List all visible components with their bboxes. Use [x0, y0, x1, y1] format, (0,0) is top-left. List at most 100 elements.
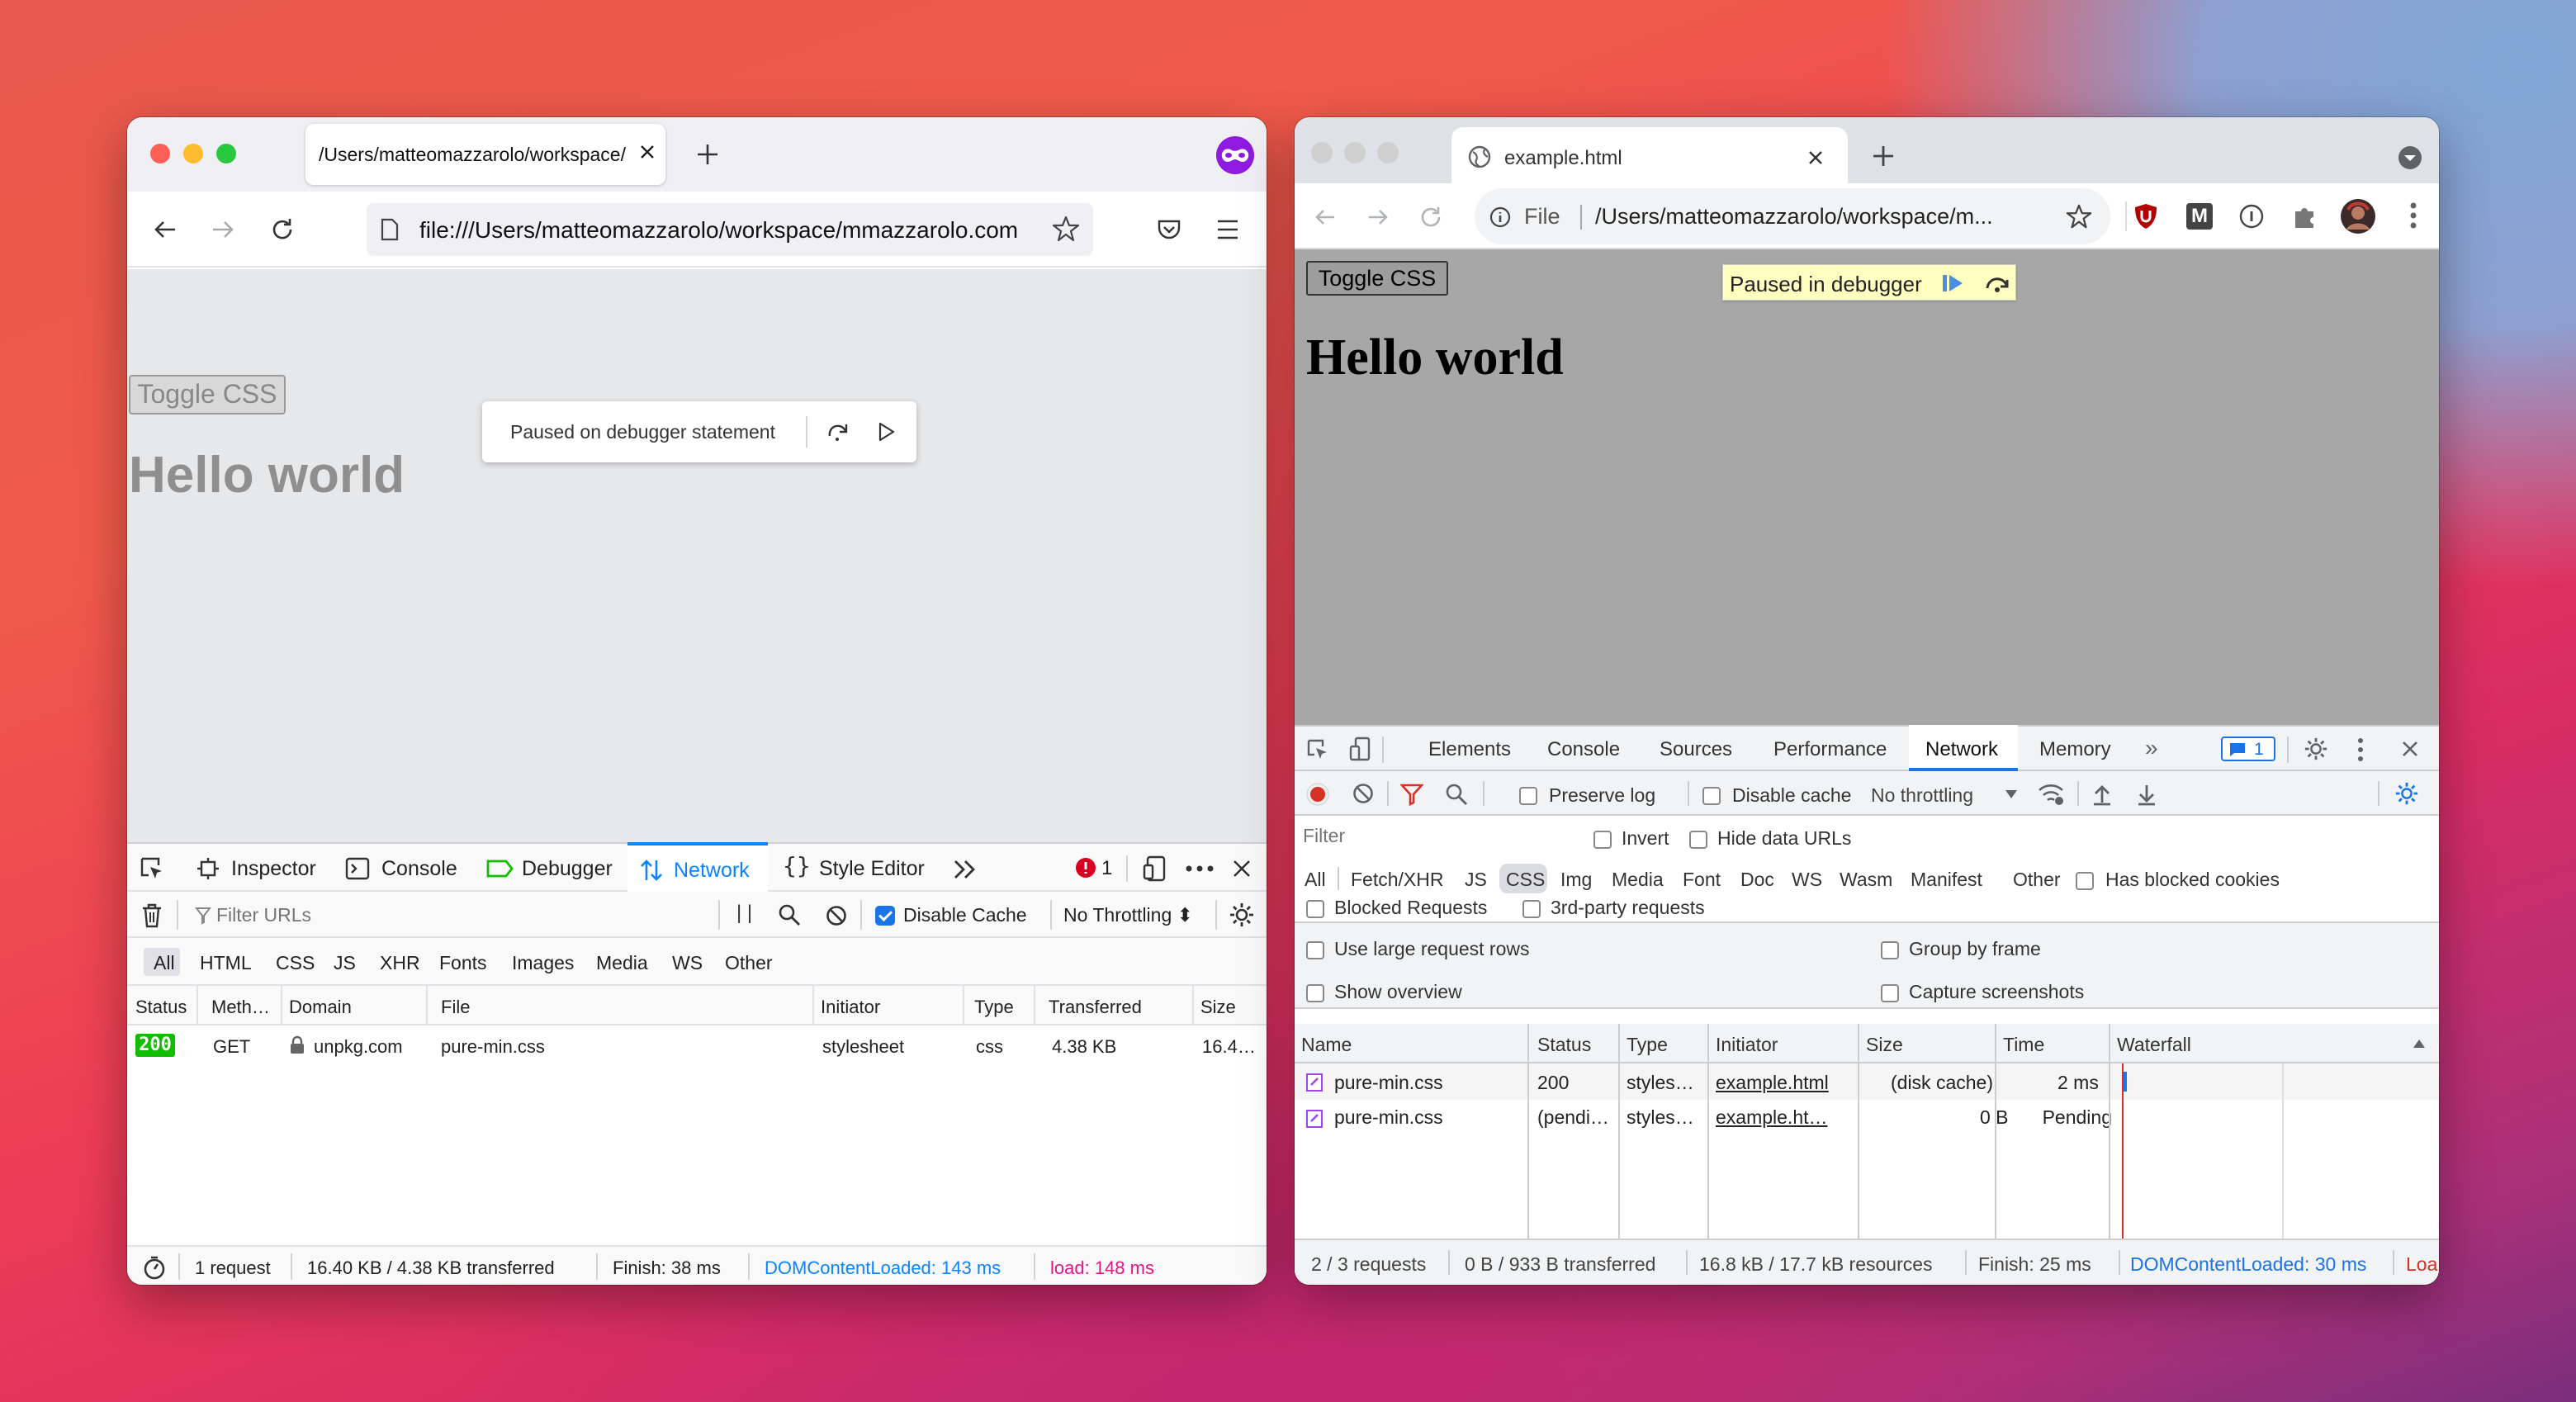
- type-filter-images[interactable]: Images: [512, 952, 574, 974]
- tab-sources[interactable]: Sources: [1660, 738, 1732, 761]
- url-bar[interactable]: file:///Users/matteomazzarolo/workspace/…: [367, 203, 1093, 256]
- search-icon[interactable]: [1445, 783, 1468, 806]
- col-size[interactable]: Size: [1200, 997, 1236, 1018]
- more-options-icon[interactable]: [1186, 865, 1214, 872]
- type-filter-js[interactable]: JS: [334, 952, 356, 974]
- show-overview-checkbox[interactable]: [1306, 981, 1324, 1004]
- maximize-window-button[interactable]: [216, 144, 236, 163]
- large-rows-checkbox[interactable]: [1306, 938, 1324, 961]
- throttling-select[interactable]: No Throttling ⬍: [1063, 904, 1193, 926]
- step-over-icon[interactable]: [826, 419, 850, 444]
- profile-avatar[interactable]: [2340, 198, 2376, 234]
- omnibox[interactable]: File /Users/matteomazzarolo/workspace/m.…: [1475, 188, 2110, 244]
- pick-element-icon[interactable]: [139, 855, 165, 882]
- tab-network[interactable]: Network: [627, 842, 768, 892]
- filter-urls-input[interactable]: [216, 900, 464, 930]
- disable-cache-checkbox[interactable]: [1702, 784, 1721, 807]
- type-filter-media[interactable]: Media: [596, 952, 648, 974]
- col-transferred[interactable]: Transferred: [1049, 997, 1142, 1018]
- type-filter-fetch-xhr[interactable]: Fetch/XHR: [1351, 869, 1443, 891]
- col-name[interactable]: Name: [1301, 1034, 1352, 1056]
- type-filter-all[interactable]: All: [1305, 869, 1326, 891]
- type-filter-ws[interactable]: WS: [1792, 869, 1822, 891]
- more-tools-chevron-icon[interactable]: [953, 859, 978, 880]
- type-filter-manifest[interactable]: Manifest: [1911, 869, 1982, 891]
- forward-arrow-icon[interactable]: [210, 216, 236, 243]
- invert-checkbox[interactable]: [1593, 827, 1612, 850]
- type-filter-img[interactable]: Img: [1560, 869, 1592, 891]
- disable-cache-checkbox[interactable]: [875, 903, 895, 926]
- forward-arrow-icon[interactable]: [1366, 205, 1390, 230]
- type-filter-css[interactable]: CSS: [1506, 869, 1545, 891]
- minimize-window-button[interactable]: [1344, 142, 1366, 163]
- type-filter-font[interactable]: Font: [1683, 869, 1721, 891]
- blocked-requests-checkbox[interactable]: [1306, 897, 1324, 920]
- resume-icon[interactable]: [875, 421, 897, 443]
- settings-gear-icon[interactable]: [1229, 902, 1255, 928]
- device-toolbar-icon[interactable]: [1349, 737, 1371, 763]
- back-arrow-icon[interactable]: [1313, 205, 1338, 230]
- tab-elements[interactable]: Elements: [1428, 738, 1511, 761]
- close-tab-icon[interactable]: [637, 142, 657, 162]
- toggle-css-button[interactable]: Toggle CSS: [129, 375, 286, 414]
- more-tabs-chevron-icon[interactable]: »: [2145, 735, 2158, 761]
- extension-info-icon[interactable]: [2239, 204, 2264, 229]
- new-tab-icon[interactable]: [1871, 144, 1896, 168]
- error-count[interactable]: 1: [1101, 857, 1112, 880]
- close-devtools-icon[interactable]: [2401, 740, 2419, 758]
- table-row[interactable]: 200 GET unpkg.com pure-min.css styleshee…: [127, 1025, 1267, 1065]
- tab-active[interactable]: example.html: [1451, 127, 1848, 185]
- block-icon[interactable]: [826, 905, 847, 926]
- responsive-design-icon[interactable]: [1143, 855, 1167, 882]
- type-filter-ws[interactable]: WS: [672, 952, 703, 974]
- col-status[interactable]: Status: [1537, 1034, 1591, 1056]
- extension-m-icon[interactable]: M: [2186, 203, 2213, 230]
- type-filter-other[interactable]: Other: [725, 952, 773, 974]
- resume-icon[interactable]: [1941, 273, 1966, 293]
- type-filter-xhr[interactable]: XHR: [380, 952, 420, 974]
- col-method[interactable]: Meth…: [211, 997, 270, 1018]
- clear-icon[interactable]: [1352, 783, 1374, 804]
- third-party-checkbox[interactable]: [1522, 897, 1541, 920]
- ublock-icon[interactable]: [2133, 203, 2158, 230]
- tab-console[interactable]: Console: [381, 857, 457, 881]
- close-devtools-icon[interactable]: [1232, 859, 1252, 879]
- sort-ascending-icon[interactable]: [2413, 1039, 2426, 1049]
- import-har-icon[interactable]: [2092, 783, 2112, 806]
- capture-screenshots-checkbox[interactable]: [1881, 981, 1899, 1004]
- col-status[interactable]: Status: [135, 997, 187, 1018]
- col-size[interactable]: Size: [1866, 1034, 1903, 1056]
- inspect-element-icon[interactable]: [1306, 738, 1329, 761]
- type-filter-media[interactable]: Media: [1612, 869, 1664, 891]
- col-type[interactable]: Type: [974, 997, 1014, 1018]
- type-filter-js[interactable]: JS: [1465, 869, 1487, 891]
- customize-menu-icon[interactable]: [2356, 737, 2365, 763]
- minimize-window-button[interactable]: [183, 144, 203, 163]
- reload-icon[interactable]: [1418, 205, 1443, 230]
- tab-active[interactable]: /Users/matteomazzarolo/workspace/: [305, 124, 665, 185]
- bookmark-star-icon[interactable]: [1052, 215, 1080, 243]
- preserve-log-checkbox[interactable]: [1519, 784, 1537, 807]
- close-window-button[interactable]: [1311, 142, 1333, 163]
- col-initiator[interactable]: Initiator: [821, 997, 880, 1018]
- filter-input[interactable]: [1298, 819, 1567, 852]
- url-text[interactable]: file:///Users/matteomazzarolo/workspace/…: [419, 217, 1037, 244]
- throttling-select[interactable]: No throttling: [1871, 784, 1973, 807]
- maximize-window-button[interactable]: [1377, 142, 1399, 163]
- type-filter-html[interactable]: HTML: [200, 952, 252, 974]
- col-type[interactable]: Type: [1627, 1034, 1668, 1056]
- chrome-menu-icon[interactable]: [2409, 201, 2417, 230]
- close-tab-icon[interactable]: [1807, 149, 1825, 167]
- pocket-icon[interactable]: [1156, 216, 1182, 243]
- col-initiator[interactable]: Initiator: [1716, 1034, 1778, 1056]
- network-settings-gear-icon[interactable]: [2394, 781, 2419, 806]
- pause-icon[interactable]: | |: [736, 902, 752, 925]
- issues-badge[interactable]: 1: [2221, 737, 2275, 761]
- table-row[interactable]: pure-min.css (pendi… styles… example.ht……: [1295, 1100, 2439, 1136]
- type-filter-fonts[interactable]: Fonts: [439, 952, 487, 974]
- col-file[interactable]: File: [441, 997, 470, 1018]
- table-row[interactable]: pure-min.css 200 styles… example.html (d…: [1295, 1063, 2439, 1100]
- trash-icon[interactable]: [140, 903, 163, 928]
- tab-network[interactable]: Network: [1909, 725, 2018, 771]
- tab-style-editor[interactable]: Style Editor: [819, 857, 925, 881]
